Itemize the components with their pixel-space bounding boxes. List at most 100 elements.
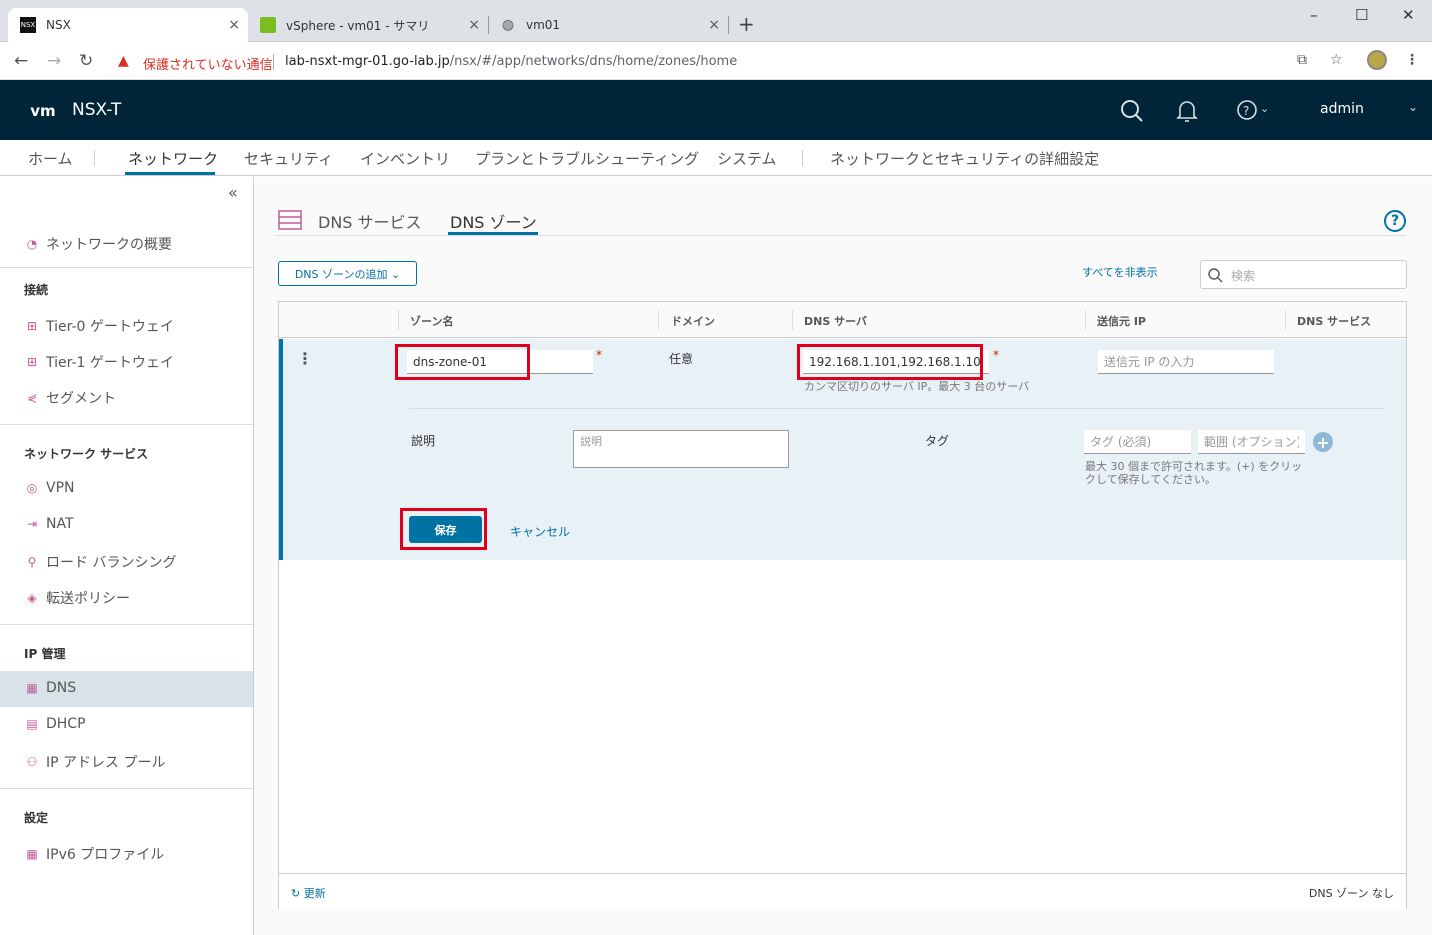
add-dns-zone-button[interactable]: DNS ゾーンの追加 ⌄ (278, 261, 417, 286)
sidebar-item-label: Tier-0 ゲートウェイ (46, 319, 174, 335)
sidebar-divider (0, 424, 253, 425)
sidebar-item-label: IPv6 プロファイル (46, 847, 165, 863)
refresh-button[interactable]: ↻ 更新 (291, 885, 326, 901)
highlight-box (797, 344, 983, 380)
sidebar-item-dhcp[interactable]: ▤ DHCP (24, 716, 85, 732)
load-balancer-icon: ⚲ (27, 555, 37, 569)
sidebar-item-load-balancing[interactable]: ⚲ ロード バランシング (24, 552, 177, 572)
grid-header: ゾーン名 ドメイン DNS サーバ 送信元 IP DNS サービス (279, 302, 1406, 338)
sidebar-divider (0, 788, 253, 789)
reload-icon[interactable]: ↻ (79, 51, 93, 71)
forward-icon[interactable]: → (47, 51, 61, 71)
user-menu[interactable]: admin (1320, 101, 1364, 117)
row-actions-icon[interactable]: ⋮ (297, 349, 313, 368)
nav-plan-troubleshoot[interactable]: プランとトラブルシューティング (475, 148, 699, 169)
add-tag-icon[interactable]: + (1313, 432, 1333, 452)
tab-divider (728, 16, 729, 34)
tab-vm01[interactable]: ◍ vm01 × (488, 8, 728, 42)
top-navigation: ホーム ネットワーク セキュリティ インベントリ プランとトラブルシューティング… (0, 140, 1432, 176)
new-tab-button[interactable]: + (738, 12, 755, 36)
tab-dns-services[interactable]: DNS サービス (318, 209, 422, 233)
collapse-sidebar-icon[interactable]: « (228, 183, 238, 202)
domain-value: 任意 (669, 352, 694, 366)
column-divider (1085, 310, 1086, 330)
cancel-button[interactable]: キャンセル (510, 523, 570, 540)
sidebar-item-label: ネットワークの概要 (46, 237, 172, 253)
url-path: /nsx/#/app/networks/dns/home/zones/home (449, 54, 738, 69)
column-zone-name[interactable]: ゾーン名 (410, 313, 453, 329)
star-icon[interactable]: ☆ (1330, 52, 1343, 68)
globe-icon: ◍ (501, 17, 515, 33)
gateway-icon: ⊞ (26, 355, 38, 369)
search-icon[interactable] (1120, 99, 1144, 123)
sidebar-section-ip-management: IP 管理 (24, 647, 66, 661)
sidebar-item-segments[interactable]: ⋞ セグメント (24, 388, 116, 408)
edit-row: ⋮ * 任意 * カンマ区切りのサーバ IP。最大 3 台のサーバ 説明 説明 … (279, 339, 1406, 560)
menu-icon[interactable]: ⋮ (1405, 52, 1419, 68)
search-input[interactable]: 検索 (1200, 260, 1407, 289)
tab-dns-zones[interactable]: DNS ゾーン (450, 209, 537, 233)
column-divider (1285, 310, 1286, 330)
column-divider (658, 310, 659, 330)
nsx-favicon: NSX (20, 17, 36, 33)
sidebar-item-tier1[interactable]: ⊞ Tier-1 ゲートウェイ (24, 352, 174, 372)
tab-vsphere[interactable]: vSphere - vm01 - サマリ × (248, 8, 488, 42)
description-field[interactable]: 説明 (573, 430, 789, 468)
maximize-icon[interactable]: ☐ (1355, 6, 1368, 24)
user-caret-icon[interactable]: ⌄ (1408, 100, 1418, 114)
help-caret-icon[interactable]: ⌄ (1260, 102, 1269, 115)
main-content: DNS サービス DNS ゾーン ? DNS ゾーンの追加 ⌄ すべてを非表示 … (254, 177, 1432, 935)
close-tab-icon[interactable]: × (708, 17, 720, 33)
scope-input[interactable] (1198, 430, 1305, 454)
minimize-icon[interactable]: – (1310, 6, 1318, 24)
close-window-icon[interactable]: ✕ (1402, 6, 1415, 24)
sidebar-item-label: NAT (46, 516, 74, 532)
refresh-icon: ↻ (291, 887, 304, 900)
highlight-box (395, 344, 530, 380)
url-field[interactable]: lab-nsxt-mgr-01.go-lab.jp/nsx/#/app/netw… (285, 54, 737, 69)
nav-inventory[interactable]: インベントリ (360, 148, 450, 169)
highlight-box (400, 508, 487, 550)
nav-advanced[interactable]: ネットワークとセキュリティの詳細設定 (830, 148, 1099, 169)
column-dns-server[interactable]: DNS サーバ (804, 313, 867, 329)
insecure-label[interactable]: 保護されていない通信 (143, 54, 273, 73)
nav-networking[interactable]: ネットワーク (128, 148, 218, 169)
nav-system[interactable]: システム (717, 148, 777, 169)
hide-all-link[interactable]: すべてを非表示 (1082, 264, 1158, 280)
sidebar-item-tier0[interactable]: ⊞ Tier-0 ゲートウェイ (24, 316, 174, 336)
sidebar-item-overview[interactable]: ◔ ネットワークの概要 (24, 234, 172, 254)
sidebar-item-nat[interactable]: ⇥ NAT (24, 516, 74, 532)
column-domain[interactable]: ドメイン (671, 313, 715, 329)
help-icon[interactable]: ? (1384, 210, 1406, 232)
address-bar: ← → ↻ ▲ 保護されていない通信 lab-nsxt-mgr-01.go-la… (0, 42, 1432, 80)
sidebar-item-label: 転送ポリシー (46, 591, 130, 607)
column-dns-service[interactable]: DNS サービス (1297, 313, 1371, 329)
logo-text: vm (25, 96, 61, 126)
tag-input[interactable] (1084, 430, 1191, 454)
close-tab-icon[interactable]: × (468, 17, 480, 33)
sidebar-item-forwarding[interactable]: ◈ 転送ポリシー (24, 588, 130, 608)
lock-icon: ◎ (26, 481, 38, 495)
sidebar-item-ipv6[interactable]: ▦ IPv6 プロファイル (24, 844, 164, 864)
profile-avatar[interactable] (1367, 50, 1387, 70)
search-placeholder: 検索 (1231, 269, 1256, 283)
help-icon[interactable]: ? (1236, 99, 1258, 121)
nav-security[interactable]: セキュリティ (244, 148, 333, 169)
column-source-ip[interactable]: 送信元 IP (1097, 313, 1146, 329)
segment-icon: ⋞ (26, 391, 38, 405)
translate-icon[interactable]: ⧉ (1297, 52, 1307, 68)
bell-icon[interactable] (1176, 99, 1198, 123)
sidebar-item-label: ロード バランシング (46, 555, 177, 571)
sidebar-item-dns[interactable]: ▦ DNS (24, 680, 76, 696)
close-tab-icon[interactable]: × (228, 17, 240, 33)
vmware-logo: vm (25, 96, 61, 126)
nav-home[interactable]: ホーム (28, 148, 73, 169)
source-ip-input[interactable] (1098, 350, 1274, 374)
tab-nsx[interactable]: NSX NSX × (8, 8, 248, 42)
sidebar-item-vpn[interactable]: ◎ VPN (24, 480, 75, 496)
sidebar-item-ip-pool[interactable]: ⚇ IP アドレス プール (24, 752, 166, 772)
sidebar-item-label: Tier-1 ゲートウェイ (46, 355, 174, 371)
product-name: NSX-T (72, 100, 122, 120)
sidebar-divider (0, 624, 253, 625)
back-icon[interactable]: ← (14, 51, 28, 71)
